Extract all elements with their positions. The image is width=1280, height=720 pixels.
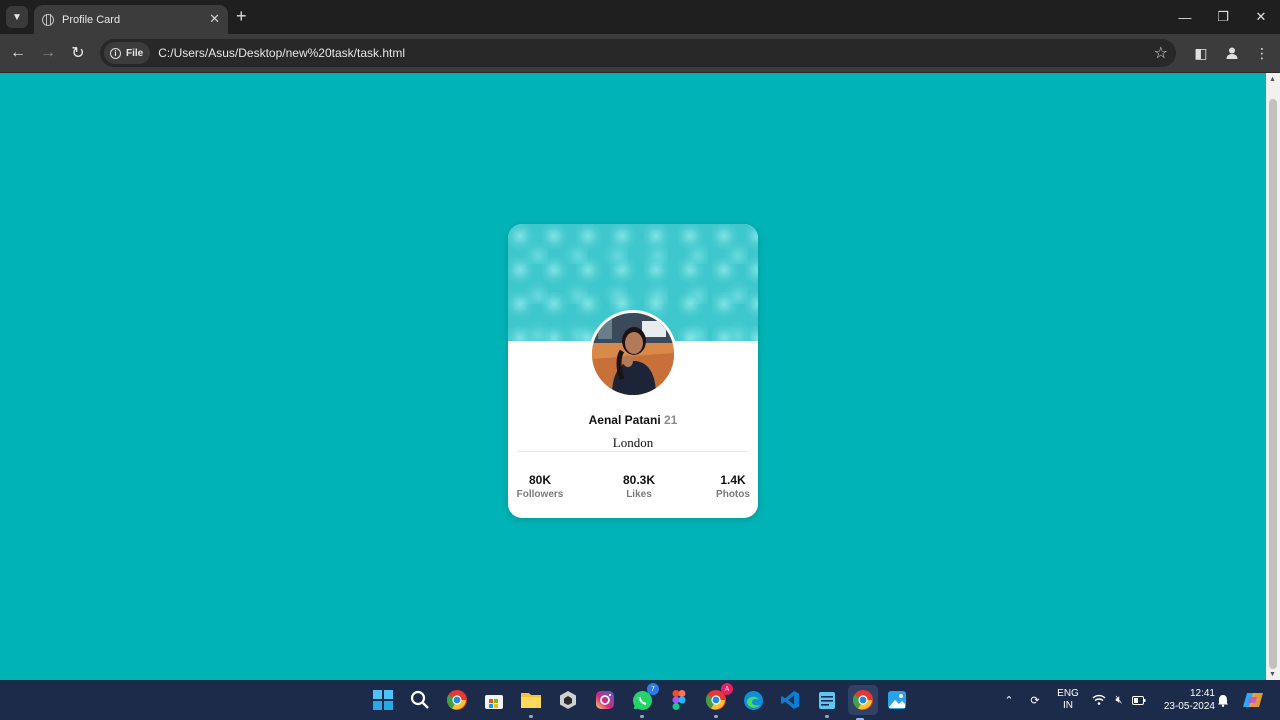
notification-bell-icon[interactable] (1214, 680, 1232, 720)
speaker-muted-icon[interactable]: 🔇︎ (1110, 680, 1128, 720)
avatar-photo (592, 313, 674, 395)
stat-label: Followers (516, 489, 564, 500)
back-button[interactable]: ← (7, 42, 29, 64)
url-text[interactable]: C:/Users/Asus/Desktop/new%20task/task.ht… (158, 46, 405, 60)
chrome-icon[interactable] (445, 688, 469, 712)
chrome-active-icon[interactable] (848, 685, 878, 720)
microsoft-store-icon[interactable] (482, 688, 506, 712)
wifi-icon[interactable] (1090, 680, 1108, 720)
page-scrollbar[interactable]: ▲ ▼ (1266, 73, 1280, 680)
chrome-profile-badge: A (721, 683, 733, 695)
profile-icon[interactable] (1221, 42, 1243, 64)
language-top: ENG (1057, 688, 1079, 699)
stat-likes: 80.3K Likes (614, 473, 664, 500)
profile-name: Aenal Patani (588, 413, 661, 427)
photos-icon[interactable] (885, 688, 909, 712)
globe-icon (42, 13, 54, 26)
minimize-button[interactable]: — (1166, 0, 1204, 34)
side-panel-icon[interactable]: ◧ (1190, 42, 1212, 64)
scroll-down-icon[interactable]: ▼ (1269, 671, 1276, 678)
tray-chevron-up-icon[interactable]: ⌃ (1000, 680, 1018, 720)
file-explorer-icon[interactable] (519, 688, 543, 718)
stat-value: 1.4K (720, 473, 746, 487)
profile-card: Aenal Patani 21 London 80K Followers 80.… (508, 224, 758, 518)
close-window-button[interactable]: ✕ (1242, 0, 1280, 34)
stat-label: Likes (626, 489, 652, 500)
card-divider (518, 451, 748, 452)
copilot-icon[interactable] (1242, 680, 1264, 720)
scrollbar-thumb[interactable] (1269, 99, 1277, 669)
stat-followers: 80K Followers (515, 473, 565, 500)
stat-value: 80K (528, 473, 551, 487)
stat-label: Photos (716, 489, 750, 500)
notepad-icon[interactable] (815, 688, 839, 718)
battery-icon[interactable] (1130, 680, 1148, 720)
unity-icon[interactable] (556, 688, 580, 712)
taskbar-clock[interactable]: 12:41 23-05-2024 (1155, 687, 1215, 713)
address-bar[interactable]: i File C:/Users/Asus/Desktop/new%20task/… (100, 39, 1176, 67)
profile-name-row: Aenal Patani 21 (508, 413, 758, 427)
chrome-profile-icon[interactable]: A (704, 683, 733, 718)
window-controls: — ❐ ✕ (1166, 0, 1280, 34)
stat-value: 80.3K (622, 473, 656, 487)
windows-start-icon[interactable] (371, 688, 395, 712)
windows-taskbar: 7 A ⌃ ⟳ ENG IN 🔇︎ 12:41 23-05-2024 (0, 680, 1280, 720)
avatar (589, 310, 677, 398)
browser-tab-bar: ▼ Profile Card ✕ + — ❐ ✕ (0, 0, 1280, 34)
sync-icon[interactable]: ⟳ (1026, 680, 1044, 720)
clock-date: 23-05-2024 (1163, 701, 1215, 712)
instagram-icon[interactable] (593, 688, 617, 712)
info-icon: i (110, 47, 121, 59)
bookmark-star-icon[interactable]: ☆ (1154, 43, 1168, 63)
whatsapp-icon[interactable]: 7 (630, 683, 659, 718)
vscode-icon[interactable] (778, 688, 802, 712)
scroll-up-icon[interactable]: ▲ (1269, 76, 1276, 83)
browser-menu-icon[interactable]: ⋮ (1251, 42, 1273, 64)
profile-city: London (612, 435, 654, 450)
close-tab-icon[interactable]: ✕ (209, 11, 220, 27)
whatsapp-badge: 7 (647, 683, 659, 695)
tab-search-button[interactable]: ▼ (6, 6, 28, 28)
browser-toolbar: ← → ↻ i File C:/Users/Asus/Desktop/new%2… (0, 34, 1280, 73)
reload-button[interactable]: ↻ (67, 42, 89, 64)
edge-icon[interactable] (741, 688, 765, 712)
site-chip-label: File (126, 47, 144, 59)
tab-title: Profile Card (62, 13, 121, 26)
figma-icon[interactable] (667, 688, 691, 712)
search-icon[interactable] (408, 688, 432, 712)
profile-age: 21 (664, 413, 678, 427)
forward-button[interactable]: → (37, 42, 59, 64)
clock-time: 12:41 (1189, 688, 1215, 699)
stat-photos: 1.4K Photos (710, 473, 756, 500)
restore-button[interactable]: ❐ (1204, 0, 1242, 34)
site-info-chip[interactable]: i File (104, 42, 151, 64)
browser-tab[interactable]: Profile Card ✕ (34, 5, 228, 34)
language-bottom: IN (1063, 700, 1073, 711)
language-indicator[interactable]: ENG IN (1055, 688, 1081, 712)
new-tab-button[interactable]: + (236, 6, 247, 27)
